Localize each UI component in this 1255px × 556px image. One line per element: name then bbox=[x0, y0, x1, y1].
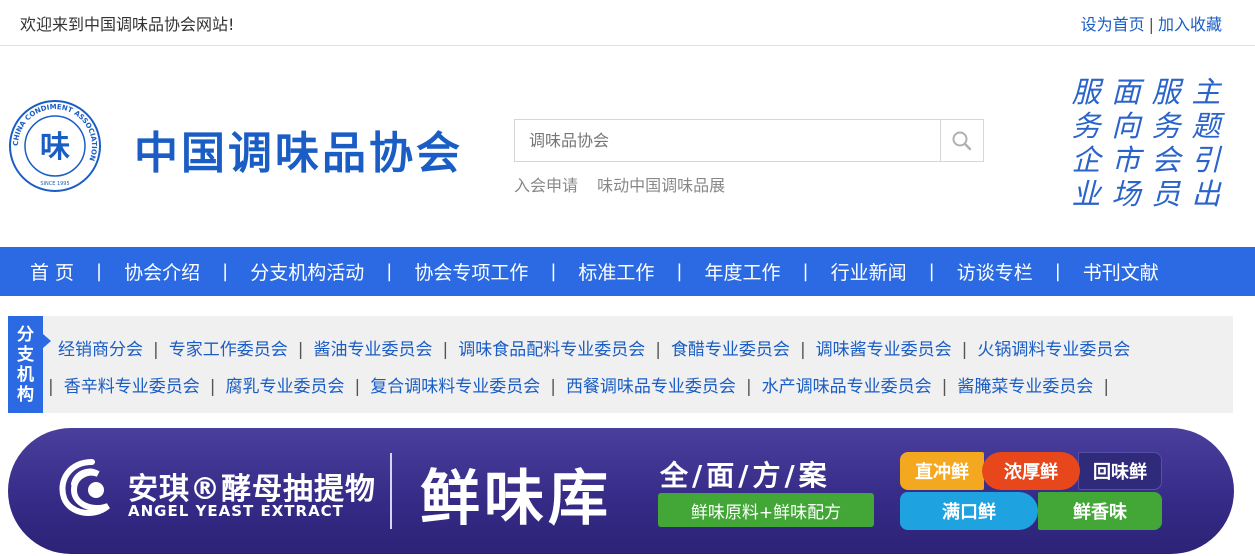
branch-row-1: 经销商分会 | 专家工作委员会 | 酱油专业委员会 | 调味食品配料专业委员会 | 食醋专业委员… bbox=[58, 340, 1131, 360]
calligraphy-column: 服务会员 bbox=[1150, 75, 1182, 220]
calligraphy-char: 主 bbox=[1191, 75, 1221, 109]
search-input[interactable] bbox=[515, 120, 941, 161]
nav-divider: | bbox=[1054, 261, 1061, 282]
nav-item-publications[interactable]: 书刊文献 bbox=[1083, 258, 1159, 285]
branch-link[interactable]: 调味酱专业委员会 bbox=[816, 340, 952, 360]
nav-item-standards[interactable]: 标准工作 bbox=[578, 258, 654, 285]
branch-link[interactable]: 调味食品配料专业委员会 bbox=[458, 340, 645, 360]
angel-yeast-banner[interactable]: 安琪®酵母抽提物 ANGEL YEAST EXTRACT 鲜味库 全/面/方/案… bbox=[8, 428, 1234, 554]
site-header: CHINA CONDIMENT ASSOCIATION 味 SINCE 1995… bbox=[0, 47, 1255, 247]
calligraphy-char: 服 bbox=[1071, 75, 1101, 109]
branch-link[interactable]: 水产调味品专业委员会 bbox=[762, 377, 932, 397]
calligraphy-char: 员 bbox=[1151, 177, 1181, 211]
calligraphy-column: 服务企业 bbox=[1070, 75, 1102, 220]
calligraphy-char: 场 bbox=[1111, 177, 1141, 211]
link-separator: | bbox=[1148, 15, 1154, 34]
calligraphy-char: 市 bbox=[1111, 143, 1141, 177]
branch-link[interactable]: 香辛料专业委员会 bbox=[64, 377, 200, 397]
calligraphy-char: 引 bbox=[1191, 143, 1221, 177]
seal-since-text: SINCE 1995 bbox=[40, 181, 69, 187]
nav-divider: | bbox=[802, 261, 809, 282]
calligraphy-char: 服 bbox=[1151, 75, 1181, 109]
set-home-link[interactable]: 设为首页 bbox=[1081, 15, 1145, 34]
calligraphy-char: 题 bbox=[1191, 109, 1221, 143]
branch-organizations: 分 支 机 构 经销商分会 | 专家工作委员会 | 酱油专业委员会 | 调味食品配料专业委员… bbox=[8, 316, 1233, 413]
nav-item-home[interactable]: 首 页 bbox=[30, 258, 74, 285]
brand-english-name: ANGEL YEAST EXTRACT bbox=[128, 502, 344, 520]
add-favorite-link[interactable]: 加入收藏 bbox=[1158, 15, 1222, 34]
branch-link[interactable]: 酱腌菜专业委员会 bbox=[957, 377, 1093, 397]
calligraphy-char: 企 bbox=[1071, 143, 1101, 177]
site-logo-name[interactable]: 中国调味品协会 bbox=[134, 117, 463, 181]
branch-link[interactable]: 食醋专业委员会 bbox=[671, 340, 790, 360]
banner-divider bbox=[390, 453, 392, 529]
nav-item-special-work[interactable]: 协会专项工作 bbox=[414, 258, 528, 285]
nav-item-industry-news[interactable]: 行业新闻 bbox=[831, 258, 907, 285]
badge-direct-fresh: 直冲鲜 bbox=[900, 452, 984, 490]
branch-link[interactable]: 复合调味料专业委员会 bbox=[370, 377, 540, 397]
nav-item-annual-work[interactable]: 年度工作 bbox=[705, 258, 781, 285]
calligraphy-char: 务 bbox=[1071, 109, 1101, 143]
nav-divider: | bbox=[386, 261, 393, 282]
search-icon bbox=[952, 131, 972, 150]
badge-full-mouth-fresh: 满口鲜 bbox=[900, 492, 1038, 530]
calligraphy-column: 面向市场 bbox=[1110, 75, 1142, 220]
badge-aftertaste-fresh: 回味鲜 bbox=[1078, 452, 1162, 490]
nav-item-about[interactable]: 协会介绍 bbox=[124, 258, 200, 285]
search-button[interactable] bbox=[940, 120, 983, 161]
branch-row-2: | 香辛料专业委员会 | 腐乳专业委员会 | 复合调味料专业委员会 | 西餐调味品专业委员会 |… bbox=[48, 377, 1110, 397]
seal-character: 味 bbox=[40, 130, 70, 165]
calligraphy-motto: 主题引出 服务会员 面向市场 服务企业 bbox=[1062, 75, 1222, 220]
branch-tag-char: 支 bbox=[17, 344, 34, 365]
branch-link[interactable]: 经销商分会 bbox=[58, 340, 143, 360]
nav-divider: | bbox=[928, 261, 935, 282]
angel-swirl-logo bbox=[59, 459, 110, 516]
nav-divider: | bbox=[550, 261, 557, 282]
badge-savory-aroma: 鲜香味 bbox=[1038, 492, 1162, 530]
search-box bbox=[514, 119, 984, 162]
branch-link[interactable]: 火锅调料专业委员会 bbox=[977, 340, 1130, 360]
calligraphy-char: 向 bbox=[1111, 109, 1141, 143]
nav-divider: | bbox=[222, 261, 229, 282]
nav-item-branch-activities[interactable]: 分支机构活动 bbox=[250, 258, 364, 285]
main-nav: 首 页 | 协会介绍 | 分支机构活动 | 协会专项工作 | 标准工作 | 年度… bbox=[0, 247, 1255, 296]
banner-slogan: 全/面/方/案 bbox=[660, 459, 831, 492]
calligraphy-column: 主题引出 bbox=[1190, 75, 1222, 220]
welcome-text: 欢迎来到中国调味品协会网站! bbox=[20, 15, 235, 34]
branch-link[interactable]: 西餐调味品专业委员会 bbox=[566, 377, 736, 397]
branch-link[interactable]: 酱油专业委员会 bbox=[313, 340, 432, 360]
banner-subslogan: 鲜味原料+鲜味配方 bbox=[658, 493, 874, 527]
product-name: 鲜味库 bbox=[420, 464, 612, 534]
association-seal-logo[interactable]: CHINA CONDIMENT ASSOCIATION 味 SINCE 1995 bbox=[8, 99, 102, 193]
calligraphy-char: 业 bbox=[1071, 177, 1101, 211]
hot-link-join[interactable]: 入会申请 bbox=[514, 176, 578, 195]
nav-divider: | bbox=[96, 261, 103, 282]
badge-rich-fresh: 浓厚鲜 bbox=[982, 452, 1080, 490]
calligraphy-char: 面 bbox=[1111, 75, 1141, 109]
calligraphy-char: 会 bbox=[1151, 143, 1181, 177]
branch-tag: 分 支 机 构 bbox=[8, 316, 51, 413]
branch-tag-char: 分 bbox=[17, 324, 34, 345]
nav-item-interviews[interactable]: 访谈专栏 bbox=[957, 258, 1033, 285]
branch-link[interactable]: 专家工作委员会 bbox=[169, 340, 288, 360]
nav-divider: | bbox=[676, 261, 683, 282]
calligraphy-char: 出 bbox=[1191, 177, 1221, 211]
branch-tag-char: 机 bbox=[17, 364, 34, 385]
branch-tag-char: 构 bbox=[17, 384, 34, 405]
top-bar: 欢迎来到中国调味品协会网站! 设为首页 | 加入收藏 bbox=[0, 0, 1255, 46]
top-links: 设为首页 | 加入收藏 bbox=[1081, 11, 1222, 35]
hot-search-links: 入会申请 味动中国调味品展 bbox=[514, 172, 739, 196]
calligraphy-char: 务 bbox=[1151, 109, 1181, 143]
hot-link-expo[interactable]: 味动中国调味品展 bbox=[597, 176, 725, 195]
branch-link[interactable]: 腐乳专业委员会 bbox=[225, 377, 344, 397]
